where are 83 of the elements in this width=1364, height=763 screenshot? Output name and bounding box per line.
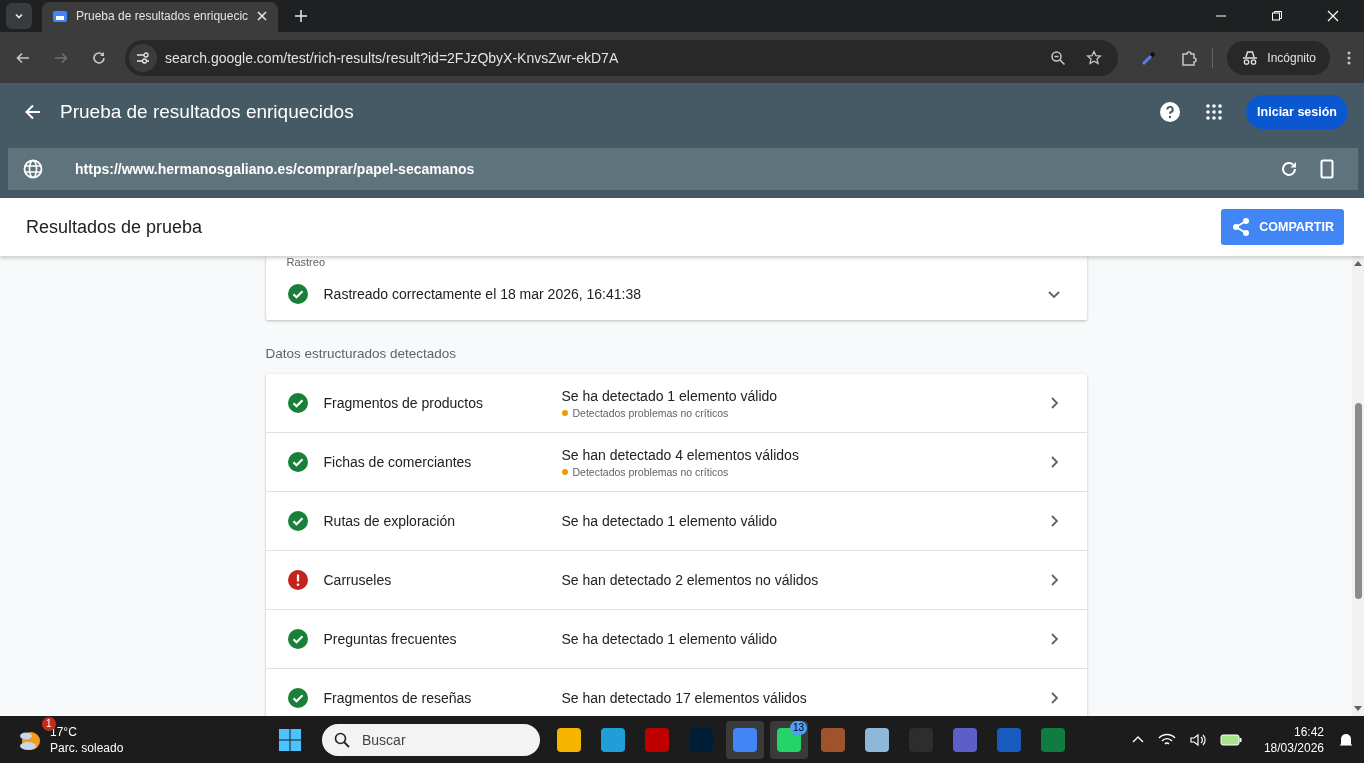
tab-list-button[interactable]: [6, 3, 32, 29]
chevron-right-icon: [1048, 396, 1059, 410]
item-summary: Se han detectado 2 elementos no válidos: [561, 572, 820, 588]
url-bar[interactable]: https://www.hermanosgaliano.es/comprar/papel-secamanos: [8, 148, 1358, 190]
result-item[interactable]: Carruseles Se han detectado 2 elementos no válidos: [265, 551, 1087, 610]
scroll-down-icon[interactable]: [1354, 706, 1362, 712]
chevron-right-icon: [1048, 691, 1059, 705]
section-label: Rastreo: [285, 256, 327, 268]
restore-icon[interactable]: [1271, 10, 1283, 22]
item-name: Rutas de exploración: [323, 513, 457, 529]
item-summary: Se ha detectado 1 elemento válido: [561, 513, 779, 529]
notification-bell-icon[interactable]: [1338, 731, 1354, 748]
item-note: Detectados problemas no críticos: [572, 406, 729, 419]
wifi-icon[interactable]: [1157, 732, 1176, 747]
warning-dot-icon: [561, 409, 568, 416]
item-name: Fragmentos de reseñas: [323, 690, 473, 706]
item-note: Detectados problemas no críticos: [572, 465, 729, 478]
menu-icon[interactable]: [1346, 49, 1352, 66]
apps-icon[interactable]: [1206, 104, 1223, 120]
incognito-button[interactable]: Incógnito: [1227, 40, 1330, 75]
taskbar-app[interactable]: 13: [770, 720, 808, 759]
address-bar[interactable]: search.google.com/test/rich-results/result?id=2FJzQbyX-KnvsZwr-ekD7A: [125, 39, 1119, 76]
item-name: Preguntas frecuentes: [323, 631, 458, 647]
puzzle-icon[interactable]: [1180, 48, 1199, 67]
star-icon[interactable]: [1086, 49, 1103, 66]
tab-title: Prueba de resultados enriquecic: [76, 9, 249, 23]
scroll-up-icon[interactable]: [1354, 260, 1362, 266]
check-icon: [287, 511, 308, 531]
taskbar-search-field[interactable]: Buscar: [322, 723, 540, 756]
site-info-icon[interactable]: [129, 43, 157, 72]
search-icon: [334, 731, 350, 748]
result-item[interactable]: Preguntas frecuentes Se ha detectado 1 elemento válido: [265, 610, 1087, 669]
page-title: Prueba de resultados enriquecidos: [60, 101, 354, 123]
item-name: Carruseles: [323, 572, 393, 588]
taskbar-app[interactable]: [726, 720, 764, 759]
notification-badge: 13: [789, 720, 807, 735]
result-item[interactable]: Fichas de comerciantes Se han detectado 4 elementos válidos Detectados problemas no críticos: [265, 433, 1087, 492]
item-name: Fichas de comerciantes: [323, 454, 473, 470]
chevron-right-icon: [1048, 632, 1059, 646]
phone-icon[interactable]: [1320, 159, 1334, 179]
incognito-icon: [1241, 49, 1260, 66]
weather-text: Parc. soleado: [50, 740, 124, 755]
reload-icon[interactable]: [1280, 160, 1298, 178]
item-summary: Se ha detectado 1 elemento válido: [561, 631, 779, 647]
section-heading: Datos estructurados detectados: [265, 345, 458, 363]
chevron-right-icon: [1048, 455, 1059, 469]
chevron-right-icon: [1048, 514, 1059, 528]
clock-time[interactable]: 16:42: [1293, 724, 1324, 739]
close-icon[interactable]: [256, 10, 269, 22]
item-name: Fragmentos de productos: [323, 395, 485, 411]
search-input[interactable]: Buscar: [360, 730, 514, 749]
chevron-right-icon: [1048, 573, 1059, 587]
sign-in-button[interactable]: Iniciar sesión: [1246, 95, 1348, 129]
check-icon: [287, 688, 308, 708]
item-summary: Se han detectado 4 elementos válidos: [561, 446, 800, 463]
item-summary: Se han detectado 17 elementos válidos: [561, 690, 808, 706]
result-item[interactable]: Fragmentos de productos Se ha detectado 1 elemento válido Detectados problemas no críticos: [265, 374, 1087, 433]
results-title: Resultados de prueba: [26, 216, 204, 238]
close-icon[interactable]: [1327, 10, 1339, 22]
scrollbar[interactable]: [1352, 256, 1364, 716]
item-summary: Se ha detectado 1 elemento válido: [561, 387, 779, 404]
result-item[interactable]: Rutas de exploración Se ha detectado 1 elemento válido: [265, 492, 1087, 551]
speaker-icon[interactable]: [1189, 732, 1206, 747]
check-icon: [287, 284, 308, 304]
warning-dot-icon: [561, 468, 568, 475]
check-icon: [287, 452, 308, 472]
battery-icon[interactable]: [1219, 733, 1242, 746]
crawl-status: Rastreado correctamente el 18 mar 2026, 16:41:38: [323, 286, 642, 302]
new-tab-icon[interactable]: [294, 9, 309, 23]
error-icon: [287, 570, 308, 590]
store-icon: [52, 8, 68, 24]
browser-tab[interactable]: Prueba de resultados enriquecic: [42, 2, 279, 34]
back-icon[interactable]: [24, 103, 42, 121]
zoom-out-icon[interactable]: [1050, 49, 1067, 66]
globe-icon: [23, 159, 43, 179]
share-button[interactable]: COMPARTIR: [1221, 209, 1344, 245]
help-icon[interactable]: [1160, 102, 1181, 122]
share-icon: [1231, 217, 1252, 237]
windows-start-icon[interactable]: [278, 727, 302, 752]
check-icon: [287, 393, 308, 413]
check-icon: [287, 629, 308, 649]
clock-date[interactable]: 18/03/2026: [1263, 740, 1324, 755]
reload-icon[interactable]: [91, 49, 107, 66]
